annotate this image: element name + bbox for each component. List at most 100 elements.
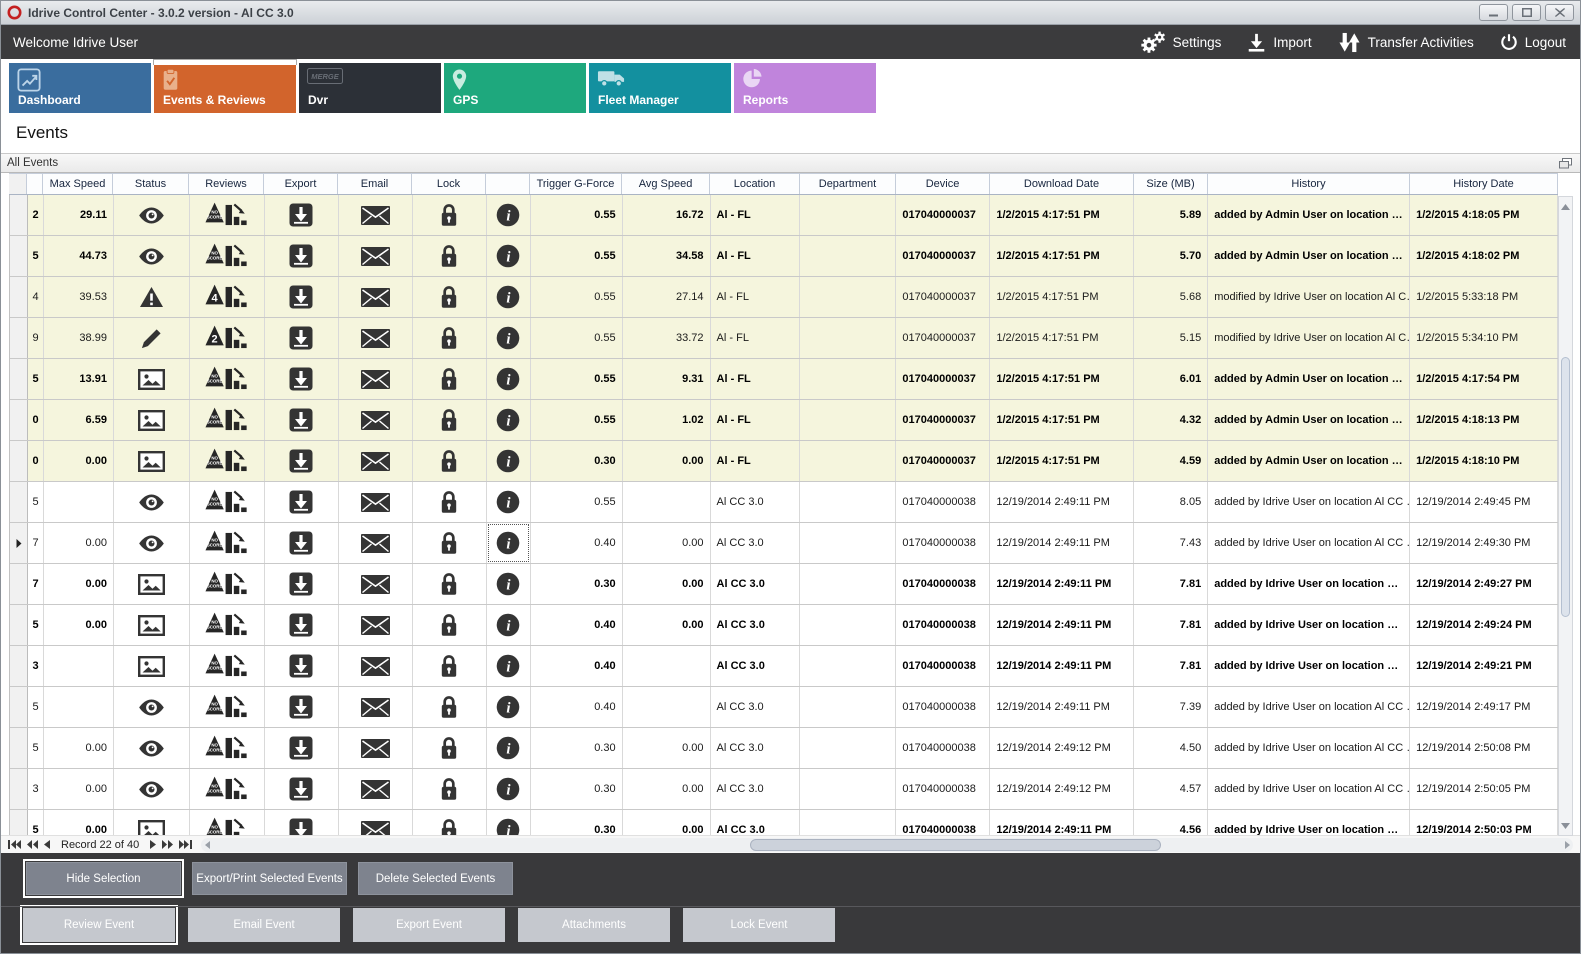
info-cell[interactable]: i: [487, 441, 531, 481]
vertical-scrollbar[interactable]: [1558, 196, 1573, 836]
info-icon[interactable]: i: [496, 326, 520, 350]
review-score-icon[interactable]: NOSCORE: [205, 242, 248, 270]
col-header[interactable]: Download Date: [990, 174, 1134, 194]
table-row[interactable]: 06.59NOSCOREi0.551.02Al - FL017040000037…: [10, 400, 1558, 441]
horizontal-scrollbar[interactable]: [201, 838, 1573, 852]
attachments-button[interactable]: Attachments: [518, 908, 670, 942]
email-cell[interactable]: [339, 769, 413, 809]
info-icon[interactable]: i: [496, 695, 520, 719]
info-icon[interactable]: i: [496, 654, 520, 678]
email-cell[interactable]: [339, 523, 413, 563]
info-cell[interactable]: i: [487, 359, 531, 399]
email-icon[interactable]: [361, 698, 390, 717]
reviews-cell[interactable]: NOSCORE: [190, 482, 265, 522]
minimize-button[interactable]: [1479, 4, 1508, 21]
email-icon[interactable]: [361, 534, 390, 553]
lock-icon[interactable]: [440, 285, 458, 309]
export-print-selected-events-button[interactable]: Export/Print Selected Events: [192, 862, 347, 895]
lock-icon[interactable]: [440, 449, 458, 473]
scroll-right-icon[interactable]: [1561, 838, 1573, 852]
lock-cell[interactable]: [413, 400, 487, 440]
review-score-icon[interactable]: NOSCORE: [205, 529, 248, 557]
table-row[interactable]: 439.534i0.5527.14Al - FL0170400000371/2/…: [10, 277, 1558, 318]
nav-next-icon[interactable]: [150, 840, 156, 849]
export-icon[interactable]: [289, 613, 313, 637]
lock-cell[interactable]: [413, 728, 487, 768]
email-cell[interactable]: [339, 236, 413, 276]
lock-cell[interactable]: [413, 523, 487, 563]
col-header[interactable]: Reviews: [189, 174, 264, 194]
email-cell[interactable]: [339, 400, 413, 440]
reviews-cell[interactable]: NOSCORE: [190, 605, 265, 645]
nav-first-icon[interactable]: [8, 840, 21, 849]
review-score-icon[interactable]: 2: [205, 324, 248, 352]
export-cell[interactable]: [265, 277, 339, 317]
scroll-left-icon[interactable]: [201, 838, 213, 852]
lock-cell[interactable]: [413, 769, 487, 809]
lock-icon[interactable]: [440, 326, 458, 350]
table-row[interactable]: 3NOSCOREi0.40Al CC 3.001704000003812/19/…: [10, 646, 1558, 687]
email-cell[interactable]: [339, 441, 413, 481]
lock-icon[interactable]: [440, 244, 458, 268]
email-cell[interactable]: [339, 564, 413, 604]
delete-selected-events-button[interactable]: Delete Selected Events: [358, 862, 513, 895]
reviews-cell[interactable]: NOSCORE: [190, 687, 265, 727]
lock-icon[interactable]: [440, 572, 458, 596]
scroll-down-icon[interactable]: [1559, 818, 1572, 833]
table-row[interactable]: 938.992i0.5533.72Al - FL0170400000371/2/…: [10, 318, 1558, 359]
lock-cell[interactable]: [413, 482, 487, 522]
export-icon[interactable]: [289, 818, 313, 835]
col-header[interactable]: History Date: [1410, 174, 1558, 194]
info-cell[interactable]: i: [487, 277, 531, 317]
tab-dashboard[interactable]: Dashboard: [9, 63, 151, 113]
email-icon[interactable]: [361, 493, 390, 512]
col-header[interactable]: Device: [896, 174, 990, 194]
reviews-cell[interactable]: NOSCORE: [190, 236, 265, 276]
menu-logout[interactable]: Logout: [1500, 33, 1566, 51]
export-cell[interactable]: [265, 810, 339, 835]
info-icon[interactable]: i: [496, 490, 520, 514]
reviews-cell[interactable]: NOSCORE: [190, 441, 265, 481]
info-icon[interactable]: i: [496, 244, 520, 268]
export-cell[interactable]: [265, 359, 339, 399]
export-icon[interactable]: [289, 244, 313, 268]
export-icon[interactable]: [289, 408, 313, 432]
lock-icon[interactable]: [440, 531, 458, 555]
lock-icon[interactable]: [440, 736, 458, 760]
email-icon[interactable]: [361, 411, 390, 430]
email-cell[interactable]: [339, 605, 413, 645]
export-icon[interactable]: [289, 777, 313, 801]
email-event-button[interactable]: Email Event: [188, 908, 340, 942]
email-cell[interactable]: [339, 728, 413, 768]
info-icon[interactable]: i: [496, 736, 520, 760]
info-icon[interactable]: i: [496, 367, 520, 391]
lock-cell[interactable]: [413, 195, 487, 235]
nav-prev-page-icon[interactable]: [27, 840, 38, 849]
email-cell[interactable]: [339, 277, 413, 317]
export-cell[interactable]: [265, 728, 339, 768]
lock-cell[interactable]: [413, 646, 487, 686]
export-cell[interactable]: [265, 400, 339, 440]
email-icon[interactable]: [361, 329, 390, 348]
table-row[interactable]: 50.00NOSCOREi0.300.00Al CC 3.00170400000…: [10, 728, 1558, 769]
info-icon[interactable]: i: [496, 777, 520, 801]
lock-icon[interactable]: [440, 777, 458, 801]
reviews-cell[interactable]: NOSCORE: [190, 359, 265, 399]
export-cell[interactable]: [265, 318, 339, 358]
reviews-cell[interactable]: NOSCORE: [190, 400, 265, 440]
menu-transfer-activities[interactable]: Transfer Activities: [1338, 32, 1474, 53]
hide-selection-button[interactable]: Hide Selection: [26, 862, 181, 895]
table-row[interactable]: 30.00NOSCOREi0.300.00Al CC 3.00170400000…: [10, 769, 1558, 810]
reviews-cell[interactable]: NOSCORE: [190, 564, 265, 604]
restore-window-icon[interactable]: [1559, 158, 1572, 169]
export-cell[interactable]: [265, 195, 339, 235]
lock-icon[interactable]: [440, 654, 458, 678]
info-icon[interactable]: i: [496, 818, 520, 835]
info-cell[interactable]: i: [487, 400, 531, 440]
export-cell[interactable]: [265, 687, 339, 727]
nav-last-icon[interactable]: [179, 840, 192, 849]
review-score-icon[interactable]: NOSCORE: [205, 734, 248, 762]
review-score-icon[interactable]: NOSCORE: [205, 693, 248, 721]
email-icon[interactable]: [361, 452, 390, 471]
lock-icon[interactable]: [440, 203, 458, 227]
